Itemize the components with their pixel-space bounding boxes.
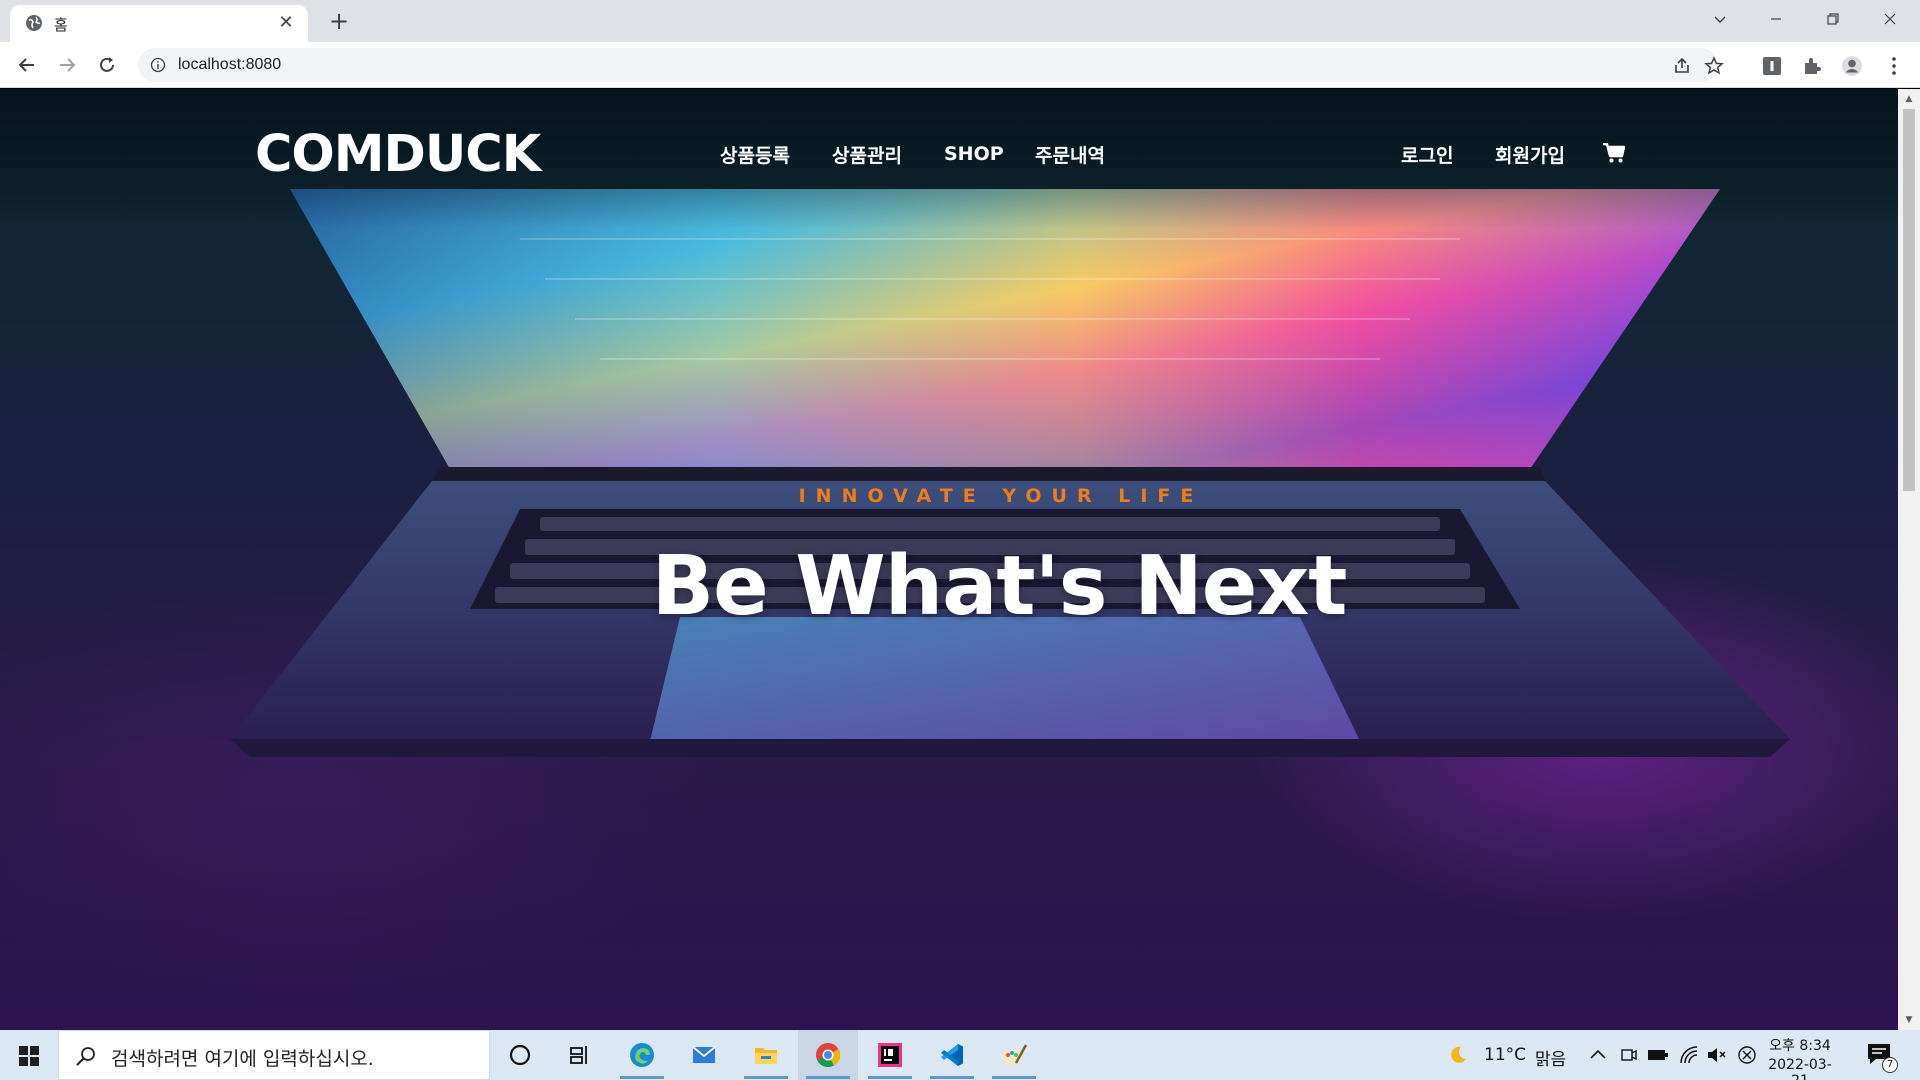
cart-icon[interactable] [1603, 143, 1625, 163]
tab-search-button[interactable] [1692, 0, 1748, 38]
globe-icon [26, 15, 42, 31]
new-tab-button[interactable]: + [325, 7, 353, 35]
taskbar-intellij[interactable] [860, 1030, 920, 1080]
taskbar-file-explorer[interactable] [736, 1030, 796, 1080]
tab-title: 홈 [54, 16, 68, 34]
meet-now-icon[interactable] [1620, 1046, 1638, 1064]
running-indicator [620, 1076, 664, 1079]
chrome-icon [816, 1043, 841, 1068]
taskbar-mail[interactable] [674, 1030, 734, 1080]
battery-icon[interactable] [1647, 1047, 1669, 1063]
task-view-button[interactable] [550, 1030, 610, 1080]
network-disconnected-icon[interactable] [1737, 1045, 1757, 1065]
browser-tab[interactable]: 홈 ✕ [10, 5, 308, 42]
share-icon[interactable] [1672, 56, 1692, 76]
screen: 홈 ✕ + localhost:8080 COMDUCK 상품등록 상품관리 S… [0, 0, 1920, 1080]
browser-toolbar: localhost:8080 [0, 42, 1920, 88]
running-indicator [992, 1076, 1036, 1079]
clock-date[interactable]: 2022-03-21 [1760, 1057, 1840, 1080]
star-icon[interactable] [1704, 56, 1724, 76]
info-icon[interactable] [150, 57, 166, 73]
taskbar-search-placeholder[interactable]: 검색하려면 여기에 입력하십시오. [111, 1044, 374, 1071]
minimize-icon [1771, 18, 1781, 20]
intellij-icon [878, 1043, 902, 1067]
taskbar-paint[interactable] [984, 1030, 1044, 1080]
running-indicator [930, 1076, 974, 1079]
weather-temperature[interactable]: 11°C [1484, 1045, 1526, 1065]
minimize-button[interactable] [1748, 0, 1804, 38]
paint-icon [1002, 1044, 1028, 1065]
vscode-icon [941, 1044, 963, 1066]
reload-button[interactable] [93, 51, 121, 79]
restore-icon [1827, 13, 1839, 25]
nav-order-history[interactable]: 주문내역 [1035, 141, 1105, 168]
browser-tab-strip: 홈 ✕ + [0, 0, 1920, 42]
chevron-down-icon [1714, 16, 1726, 23]
taskbar-vscode[interactable] [922, 1030, 982, 1080]
cortana-button[interactable] [490, 1030, 550, 1080]
windows-taskbar: 검색하려면 여기에 입력하십시오. 11°C 맑음 오후 8:34 2022-0… [0, 1030, 1920, 1080]
extensions-puzzle-icon[interactable] [1801, 55, 1823, 77]
notification-count: 7 [1882, 1057, 1898, 1073]
wifi-icon[interactable] [1679, 1045, 1699, 1065]
nav-product-register[interactable]: 상품등록 [720, 141, 790, 168]
folder-icon [755, 1048, 777, 1064]
chevron-up-icon[interactable] [1589, 1047, 1607, 1061]
url-text[interactable]: localhost:8080 [178, 56, 281, 74]
nav-shop[interactable]: SHOP [944, 143, 1004, 165]
profile-avatar-icon[interactable] [1841, 55, 1863, 77]
running-indicator [744, 1076, 788, 1079]
close-window-button[interactable] [1862, 0, 1918, 38]
web-page: COMDUCK 상품등록 상품관리 SHOP 주문내역 로그인 회원가입 INN… [0, 89, 1898, 1030]
edge-icon [630, 1043, 654, 1067]
clock-time[interactable]: 오후 8:34 [1760, 1035, 1840, 1055]
taskbar-edge[interactable] [612, 1030, 672, 1080]
page-scrollbar[interactable]: ▲ ▼ [1898, 89, 1920, 1030]
task-view-icon [570, 1046, 587, 1064]
hero-kicker: INNOVATE YOUR LIFE [798, 485, 1204, 507]
tab-close-icon[interactable]: ✕ [276, 13, 296, 33]
reload-icon [100, 57, 114, 72]
moon-weather-icon[interactable] [1447, 1044, 1469, 1066]
nav-login[interactable]: 로그인 [1401, 141, 1453, 168]
running-indicator [868, 1076, 912, 1079]
notification-center-button[interactable]: 7 [1866, 1042, 1898, 1073]
nav-signup[interactable]: 회원가입 [1495, 141, 1565, 168]
windows-logo-icon [19, 1046, 39, 1066]
nav-product-manage[interactable]: 상품관리 [832, 141, 902, 168]
arrow-left-icon [18, 58, 34, 72]
weather-description[interactable]: 맑음 [1535, 1045, 1566, 1070]
arrow-right-icon [60, 58, 76, 72]
start-button[interactable] [0, 1030, 58, 1080]
cortana-icon [509, 1044, 531, 1066]
scroll-up-icon[interactable]: ▲ [1903, 93, 1915, 105]
forward-button[interactable] [53, 51, 81, 79]
more-menu-icon[interactable] [1883, 55, 1905, 77]
mail-icon [692, 1046, 716, 1063]
extension-reader-icon[interactable] [1761, 55, 1783, 77]
search-icon [76, 1047, 95, 1066]
running-indicator [806, 1076, 850, 1079]
site-logo[interactable]: COMDUCK [255, 125, 541, 184]
address-bar[interactable]: localhost:8080 [138, 48, 1724, 82]
taskbar-chrome[interactable] [798, 1030, 858, 1080]
hero-title: Be What's Next [651, 539, 1348, 634]
taskbar-search[interactable]: 검색하려면 여기에 입력하십시오. [58, 1030, 490, 1080]
volume-muted-icon[interactable] [1706, 1045, 1728, 1065]
restore-button[interactable] [1805, 0, 1861, 38]
back-button[interactable] [13, 51, 41, 79]
scroll-down-icon[interactable]: ▼ [1903, 1014, 1915, 1026]
scrollbar-thumb[interactable] [1903, 109, 1915, 491]
close-icon [1884, 13, 1896, 25]
